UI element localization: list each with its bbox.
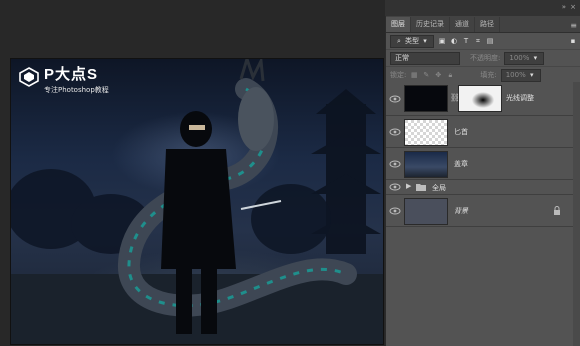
scene-illustration xyxy=(11,59,383,344)
chevron-down-icon: ▾ xyxy=(423,37,427,45)
layer-name[interactable]: 匕首 xyxy=(454,127,468,137)
layer-group-row[interactable]: ▶ 全局 xyxy=(386,180,580,195)
lock-position-icon[interactable]: ✥ xyxy=(434,71,442,79)
search-icon: ⌕ xyxy=(397,37,401,45)
folder-icon xyxy=(416,184,426,191)
close-panel-icon[interactable]: × xyxy=(570,3,576,11)
lock-icon xyxy=(554,206,560,215)
filter-pixel-icon[interactable]: ▣ xyxy=(438,37,446,45)
fill-value: 100% xyxy=(505,70,526,79)
filter-shape-icon[interactable]: ⌗ xyxy=(474,37,482,45)
lock-transparent-icon[interactable]: ▦ xyxy=(410,71,418,79)
panel-tabs: 图层 历史记录 通道 路径 ≡ xyxy=(386,16,580,33)
layer-row[interactable]: ⛓︎ 光线调整 xyxy=(386,82,580,116)
layer-mask-thumbnail[interactable] xyxy=(458,85,502,112)
layer-list: ⛓︎ 光线调整 匕首 盖章 ▶ 全局 背景 xyxy=(386,82,580,227)
logo-mark-icon xyxy=(19,67,39,87)
filter-select-label: 类型 xyxy=(405,36,419,45)
panel-dock-bar: » × xyxy=(385,0,580,16)
document-area: P大点S 专注Photoshop教程 xyxy=(0,0,385,346)
chevron-down-icon: ▾ xyxy=(533,54,538,62)
tab-channels[interactable]: 通道 xyxy=(450,17,475,32)
fill-field[interactable]: 100% ▾ xyxy=(500,68,541,82)
watermark-logo: P大点S 专注Photoshop教程 xyxy=(19,67,109,95)
filter-type-icon[interactable]: T xyxy=(462,37,470,45)
layers-scrollbar[interactable] xyxy=(573,82,580,346)
blend-row: 正常 不透明度: 100% ▾ xyxy=(386,50,580,67)
chevron-down-icon: ▾ xyxy=(529,71,534,79)
blend-mode-label: 正常 xyxy=(395,53,409,62)
opacity-label: 不透明度: xyxy=(470,54,501,62)
layer-filter-row: ⌕ 类型 ▾ ▣ ◐ T ⌗ ▤ ▪ xyxy=(386,33,580,50)
tab-paths[interactable]: 路径 xyxy=(475,17,500,32)
blend-mode-select[interactable]: 正常 xyxy=(390,51,460,65)
fill-label: 填充: xyxy=(480,71,497,79)
panel-menu-icon[interactable]: ≡ xyxy=(570,20,577,32)
lock-image-icon[interactable]: ✎ xyxy=(422,71,430,79)
layer-name[interactable]: 全局 xyxy=(432,183,446,193)
filter-adjustment-icon[interactable]: ◐ xyxy=(450,37,458,45)
filter-smart-object-icon[interactable]: ▤ xyxy=(486,37,494,45)
layer-row[interactable]: 盖章 xyxy=(386,148,580,180)
layer-thumbnail[interactable] xyxy=(404,151,448,178)
opacity-value: 100% xyxy=(509,53,530,62)
filter-toggle-icon[interactable]: ▪ xyxy=(569,37,577,45)
eye-icon[interactable] xyxy=(389,128,401,136)
eye-icon[interactable] xyxy=(389,183,401,191)
logo-subtitle: 专注Photoshop教程 xyxy=(44,86,109,94)
tab-layers[interactable]: 图层 xyxy=(386,17,411,32)
chevron-right-icon[interactable]: ▶ xyxy=(406,182,411,190)
lock-label: 锁定: xyxy=(390,71,407,79)
logo-title: P大点S xyxy=(44,66,99,83)
canvas-image[interactable]: P大点S 专注Photoshop教程 xyxy=(10,58,384,345)
layer-thumbnail[interactable] xyxy=(404,119,448,146)
layer-row[interactable]: 背景 xyxy=(386,195,580,227)
layers-panel: 图层 历史记录 通道 路径 ≡ ⌕ 类型 ▾ ▣ ◐ T ⌗ ▤ ▪ 正常 不透… xyxy=(385,16,580,346)
layer-thumbnail[interactable] xyxy=(404,198,448,225)
layer-row[interactable]: 匕首 xyxy=(386,116,580,148)
layer-filter-select[interactable]: ⌕ 类型 ▾ xyxy=(390,34,434,48)
opacity-field[interactable]: 100% ▾ xyxy=(504,51,545,65)
lock-all-icon[interactable]: 🔒︎ xyxy=(446,71,454,79)
layer-name[interactable]: 背景 xyxy=(454,206,468,216)
eye-icon[interactable] xyxy=(389,160,401,168)
layer-name[interactable]: 光线调整 xyxy=(506,93,534,103)
layer-name[interactable]: 盖章 xyxy=(454,159,468,169)
eye-icon[interactable] xyxy=(389,95,401,103)
layer-thumbnail[interactable] xyxy=(404,85,448,112)
tab-history[interactable]: 历史记录 xyxy=(411,17,450,32)
eye-icon[interactable] xyxy=(389,207,401,215)
collapse-panel-icon[interactable]: » xyxy=(562,3,566,11)
